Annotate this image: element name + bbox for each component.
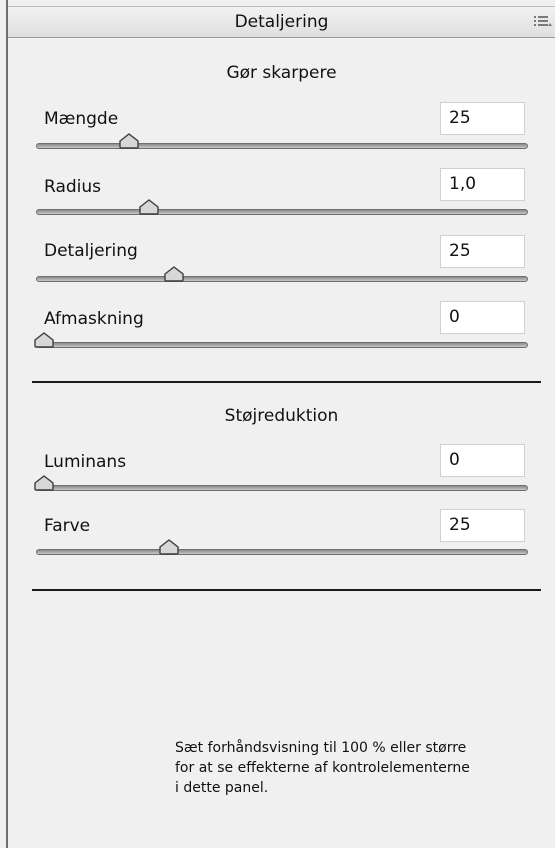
detail-value-field[interactable]: 25 bbox=[440, 235, 525, 268]
color-slider-track[interactable] bbox=[36, 549, 528, 555]
radius-value-field[interactable]: 1,0 bbox=[440, 168, 525, 201]
sharpening-heading: Gør skarpere bbox=[226, 63, 337, 83]
panel-title: Detaljering bbox=[234, 12, 329, 32]
preview-zoom-note: Sæt forhåndsvisning til 100 % eller stør… bbox=[175, 740, 470, 796]
radius-slider-thumb[interactable] bbox=[139, 199, 159, 215]
masking-slider-thumb[interactable] bbox=[34, 332, 54, 348]
luminance-value-field[interactable]: 0 bbox=[440, 444, 525, 477]
detail-slider-thumb[interactable] bbox=[164, 266, 184, 282]
amount-value-field[interactable]: 25 bbox=[440, 102, 525, 135]
radius-label: Radius bbox=[44, 177, 102, 197]
luminance-slider-track[interactable] bbox=[36, 485, 528, 491]
luminance-slider-thumb[interactable] bbox=[34, 475, 54, 491]
section-divider-bottom bbox=[32, 589, 541, 591]
masking-slider-track[interactable] bbox=[36, 342, 528, 348]
amount-slider-thumb[interactable] bbox=[119, 133, 140, 149]
detail-label: Detaljering bbox=[44, 241, 138, 261]
color-label: Farve bbox=[44, 516, 91, 536]
color-value-field[interactable]: 25 bbox=[440, 509, 525, 542]
panel-header: Detaljering bbox=[8, 6, 555, 38]
amount-slider-track[interactable] bbox=[36, 143, 528, 149]
luminance-label: Luminans bbox=[44, 452, 127, 472]
detail-slider-track[interactable] bbox=[36, 276, 528, 282]
radius-slider-track[interactable] bbox=[36, 209, 528, 215]
noise-reduction-heading: Støjreduktion bbox=[224, 406, 339, 426]
detail-panel: Detaljering Gør skarpere Mængde 25 Radiu… bbox=[0, 0, 555, 848]
masking-label: Afmaskning bbox=[44, 309, 144, 329]
masking-value-field[interactable]: 0 bbox=[440, 301, 525, 334]
panel-menu-icon[interactable] bbox=[533, 13, 553, 29]
amount-label: Mængde bbox=[44, 109, 119, 129]
section-divider bbox=[32, 381, 541, 383]
color-slider-thumb[interactable] bbox=[159, 539, 179, 555]
